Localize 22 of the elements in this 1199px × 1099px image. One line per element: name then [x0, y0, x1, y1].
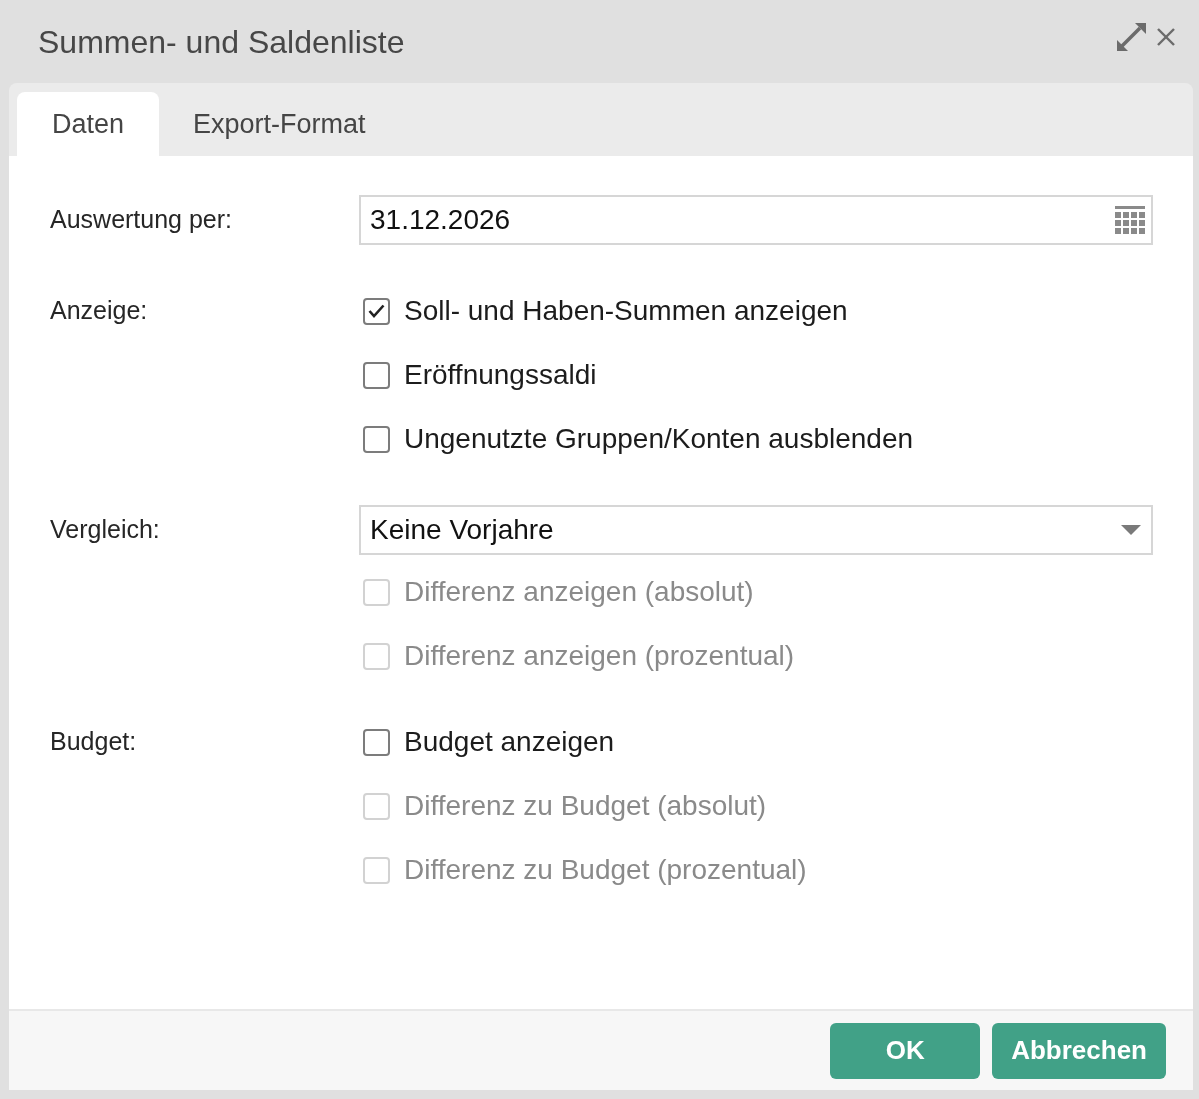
checkbox-label[interactable]: Eröffnungssaldi: [404, 354, 597, 396]
checkbox-label[interactable]: Soll- und Haben-Summen anzeigen: [404, 290, 848, 332]
dropdown[interactable]: Keine Vorjahre: [359, 505, 1153, 555]
field-label: Anzeige:: [50, 295, 148, 327]
tab[interactable]: Daten: [17, 92, 160, 156]
checkbox[interactable]: [363, 297, 390, 325]
window-title: Summen- und Saldenliste: [38, 22, 405, 62]
calendar-icon[interactable]: [1115, 206, 1145, 234]
checkbox[interactable]: [363, 728, 390, 756]
field-label: Auswertung per:: [50, 204, 233, 236]
checkbox[interactable]: [363, 425, 390, 453]
date-field[interactable]: 31.12.2026: [359, 195, 1153, 245]
field-label: Vergleich:: [50, 514, 160, 546]
checkmark-icon: [368, 304, 385, 318]
checkbox-label[interactable]: Budget anzeigen: [404, 721, 615, 763]
maximize-icon[interactable]: [1117, 22, 1146, 51]
tab[interactable]: Export-Format: [159, 92, 400, 156]
close-icon[interactable]: [1157, 27, 1175, 46]
checkbox[interactable]: [363, 361, 390, 389]
field-label: Budget:: [50, 726, 137, 758]
checkbox-label[interactable]: Ungenutzte Gruppen/Konten ausblenden: [404, 418, 914, 460]
caret-icon: [1121, 525, 1141, 535]
